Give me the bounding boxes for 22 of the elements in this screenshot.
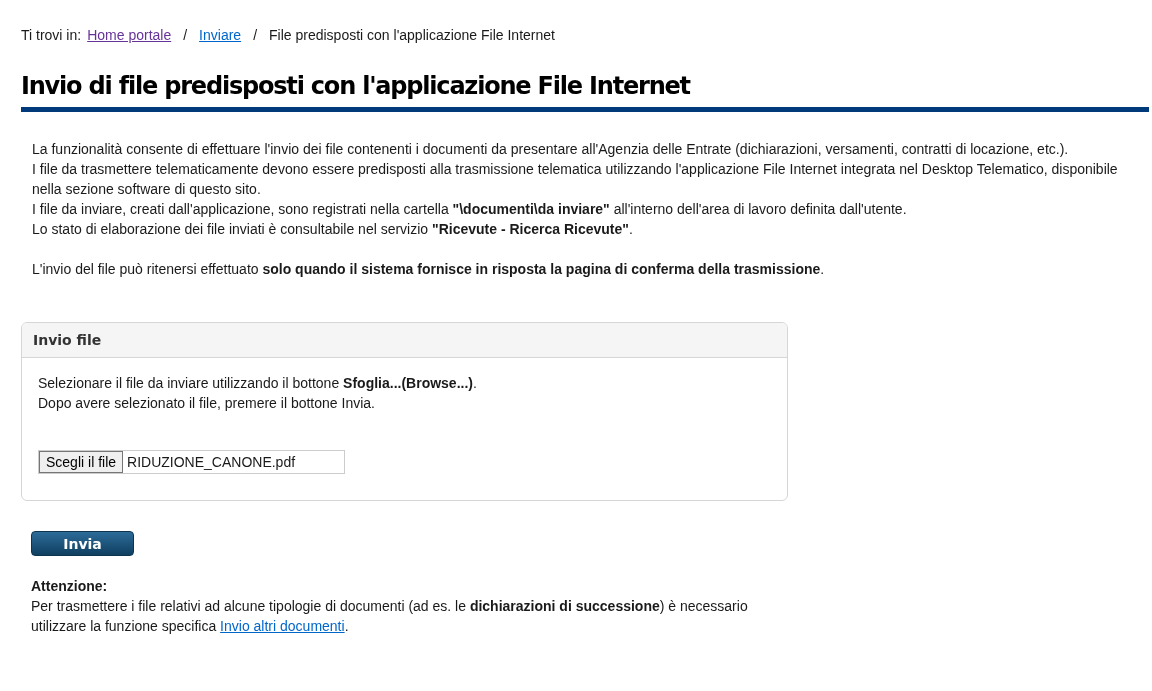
other-documents-link[interactable]: Invio altri documenti — [220, 618, 345, 634]
breadcrumb-link[interactable]: Home portale — [87, 27, 172, 43]
warning-text: Per trasmettere i file relativi ad alcune tipologie di documenti (ad es. le dichiarazioni di successione) è necessario utilizzare la funzione specifica Invio altri documenti. — [31, 597, 749, 636]
intro-paragraph: Lo stato di elaborazione dei file inviati è consultabile nel servizio "Ricevute - Ricerca Ricevute". — [32, 220, 634, 239]
page-title: Invio di file predisposti con l'applicazione File Internet — [21, 72, 1149, 112]
instruction-text: Selezionare il file da inviare utilizzando il bottone Sfoglia...(Browse...). — [38, 374, 478, 393]
intro-paragraph: I file da trasmettere telematicamente devono essere predisposti alla trasmissione telematica utilizzando l'applicazione File Internet integrata nel Desktop Telematico, disponibile nella sezione software di questo sito. — [32, 160, 1119, 199]
choose-file-button[interactable]: Scegli il file — [39, 451, 124, 473]
notice-paragraph: L'invio del file può ritenersi effettuato solo quando il sistema fornisce in risposta la pagina di conferma della trasmissione. — [32, 260, 826, 279]
breadcrumb-separator: / — [183, 27, 188, 43]
breadcrumb-current: File predisposti con l'applicazione File Internet — [269, 27, 555, 43]
intro-paragraph: La funzionalità consente di effettuare l'invio dei file contenenti i documenti da presentare all'Agenzia delle Entrate (dichiarazioni, versamenti, contratti di locazione, etc.). — [32, 140, 1070, 159]
panel-title: Invio file — [33, 332, 102, 348]
instruction-text: Dopo avere selezionato il file, premere il bottone Invia. — [38, 394, 376, 413]
breadcrumb-link[interactable]: Inviare — [199, 27, 242, 43]
breadcrumb-label: Ti trovi in: — [21, 27, 82, 43]
submit-button[interactable]: Invia — [31, 531, 134, 556]
file-input-field[interactable]: Scegli il file RIDUZIONE_CANONE.pdf — [38, 450, 345, 474]
breadcrumb-separator: / — [253, 27, 257, 43]
warning-title: Attenzione: — [31, 577, 109, 596]
file-name: RIDUZIONE_CANONE.pdf — [126, 454, 296, 470]
intro-paragraph: I file da inviare, creati dall'applicazione, sono registrati nella cartella "\documenti\da inviare" all'interno dell'area di lavoro definita dall'utente. — [32, 200, 908, 219]
